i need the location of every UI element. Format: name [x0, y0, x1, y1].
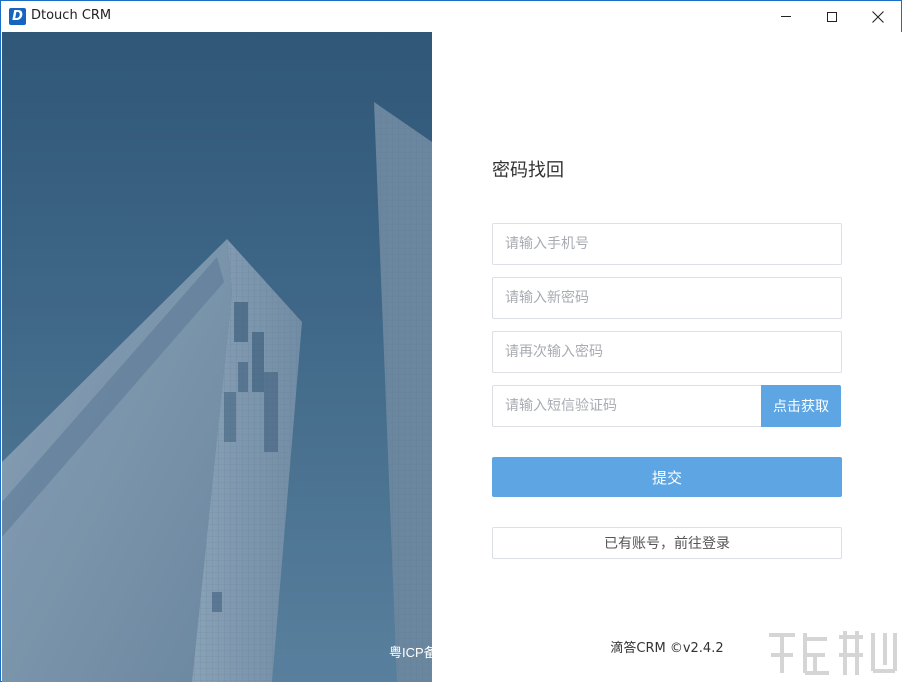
hero-background-image: 粤ICP备 — [2, 32, 432, 682]
minimize-icon — [781, 16, 791, 17]
get-sms-code-button[interactable]: 点击获取 — [761, 385, 841, 427]
page-title: 密码找回 — [492, 160, 564, 181]
minimize-button[interactable] — [763, 1, 809, 32]
go-to-login-button[interactable]: 已有账号，前往登录 — [492, 527, 842, 559]
maximize-icon — [827, 11, 837, 22]
confirm-password-field[interactable] — [492, 331, 842, 373]
title-bar[interactable]: D Dtouch CRM — [1, 1, 901, 32]
submit-button[interactable]: 提交 — [492, 457, 842, 497]
skyscraper-illustration — [2, 32, 432, 682]
password-recovery-panel: 密码找回 点击获取 提交 已有账号，前往登录 滴答CRM ©v2.4.2 — [432, 32, 902, 682]
watermark-logo-icon — [769, 631, 897, 675]
new-password-field[interactable] — [492, 277, 842, 319]
confirm-password-input[interactable] — [493, 332, 841, 372]
new-password-input[interactable] — [493, 278, 841, 318]
app-logo-icon: D — [9, 8, 26, 25]
icp-text: 粤ICP备 — [389, 645, 432, 660]
close-button[interactable] — [855, 1, 901, 32]
phone-field[interactable] — [492, 223, 842, 265]
close-icon — [872, 10, 884, 23]
sms-code-input[interactable] — [493, 386, 762, 426]
app-window: D Dtouch CRM 粤ICP备 密码找回 请输入手机号 请输入短信验证码 … — [0, 0, 902, 682]
sms-code-field[interactable] — [492, 385, 762, 427]
phone-input[interactable] — [493, 224, 841, 264]
window-title: Dtouch CRM — [31, 8, 112, 23]
maximize-button[interactable] — [809, 1, 855, 32]
